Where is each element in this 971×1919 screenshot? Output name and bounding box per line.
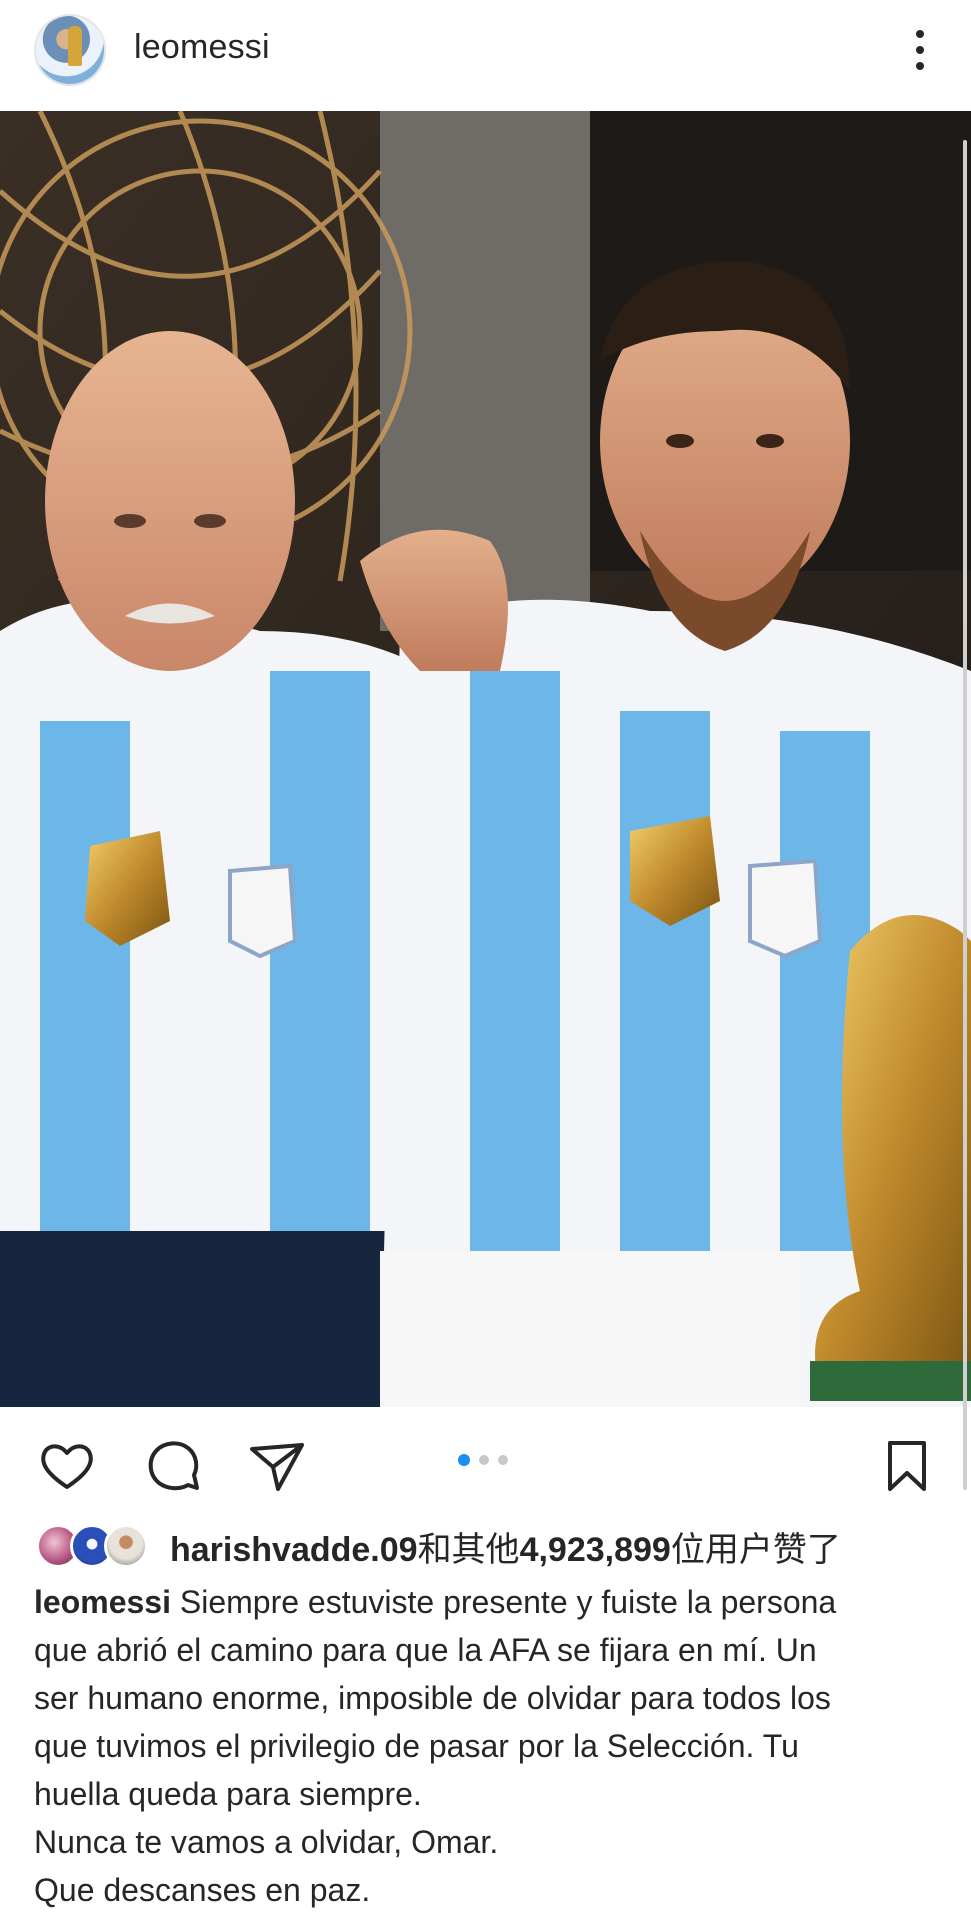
carousel-dot <box>479 1455 489 1465</box>
send-icon[interactable] <box>246 1435 308 1497</box>
caption-line: ser humano enorme, imposible de olvidar … <box>34 1680 831 1716</box>
profile-avatar[interactable] <box>34 14 106 86</box>
bookmark-icon[interactable] <box>876 1435 938 1497</box>
more-vertical-icon[interactable] <box>900 26 940 74</box>
likes-count[interactable]: 4,923,899 <box>520 1531 671 1569</box>
carousel-dot-active <box>458 1454 470 1466</box>
post-header: leomessi <box>0 0 971 110</box>
caption-line: que tuvimos el privilegio de pasar por l… <box>34 1728 799 1764</box>
caption-line: Siempre estuviste presente y fuiste la p… <box>179 1584 837 1620</box>
carousel-indicator <box>458 1454 508 1466</box>
liker-avatars <box>36 1524 152 1568</box>
likes-row[interactable]: harishvadde.09和其他4,923,899位用户赞了 <box>36 1522 841 1570</box>
caption-line: huella queda para siempre. <box>34 1776 422 1812</box>
post-username[interactable]: leomessi <box>134 28 270 67</box>
likes-first-user[interactable]: harishvadde.09 <box>170 1531 418 1569</box>
caption-line: Que descanses en paz. <box>34 1872 371 1908</box>
likes-suffix: 位用户赞了 <box>670 1530 841 1569</box>
comment-icon[interactable] <box>142 1435 204 1497</box>
caption-line: que abrió el camino para que la AFA se f… <box>34 1632 817 1668</box>
caption-username[interactable]: leomessi <box>34 1584 171 1620</box>
heart-icon[interactable] <box>36 1435 98 1497</box>
post-photo-illustration <box>0 111 971 1407</box>
likes-text[interactable]: harishvadde.09和其他4,923,899位用户赞了 <box>170 1522 841 1571</box>
post-image[interactable] <box>0 111 971 1407</box>
liker-avatar <box>104 1524 148 1568</box>
likes-connector: 和其他 <box>417 1530 520 1569</box>
carousel-dot <box>498 1455 508 1465</box>
caption-line: Nunca te vamos a olvidar, Omar. <box>34 1824 499 1860</box>
scroll-indicator <box>963 140 967 1490</box>
trophy-shape <box>68 26 82 66</box>
post-caption: leomessi Siempre estuviste presente y fu… <box>34 1578 954 1914</box>
